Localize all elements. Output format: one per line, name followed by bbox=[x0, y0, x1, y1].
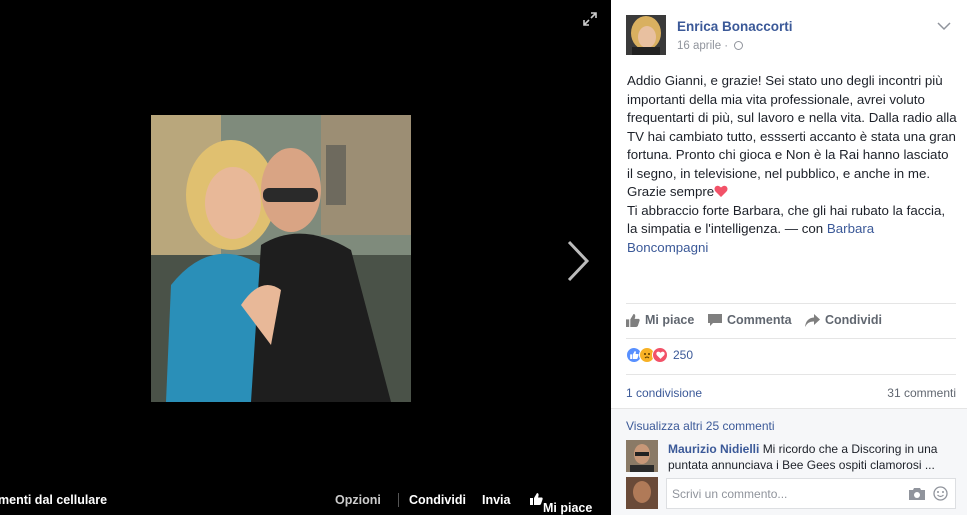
divider bbox=[626, 338, 956, 339]
post-sidebar: Enrica Bonaccorti 16 aprile · Addio Gian… bbox=[611, 0, 967, 515]
share-arrow-icon bbox=[805, 313, 820, 327]
share-button[interactable]: Condividi bbox=[409, 493, 466, 507]
share-action-button[interactable]: Condividi bbox=[805, 313, 882, 327]
love-reaction-icon bbox=[652, 347, 668, 363]
like-label: Mi piace bbox=[543, 501, 593, 515]
post-text-second: Ti abbraccio forte Barbara, che gli hai … bbox=[627, 202, 946, 237]
comment-author[interactable]: Maurizio Nidielli bbox=[668, 442, 759, 456]
commenter-avatar[interactable] bbox=[626, 440, 658, 472]
chevron-down-icon[interactable] bbox=[937, 18, 951, 31]
like-thumb-icon bbox=[530, 493, 543, 505]
post-date[interactable]: 16 aprile · bbox=[677, 40, 744, 52]
like-action-label: Mi piace bbox=[645, 313, 695, 327]
current-user-avatar bbox=[626, 477, 658, 509]
comment-action-button[interactable]: Commenta bbox=[708, 313, 792, 327]
send-button[interactable]: Invia bbox=[482, 493, 511, 507]
like-action-button[interactable]: Mi piace bbox=[626, 313, 694, 327]
emoji-icon[interactable] bbox=[933, 486, 948, 501]
post-text: Addio Gianni, e grazie! Sei stato uno de… bbox=[627, 72, 957, 257]
divider bbox=[626, 374, 956, 375]
expand-icon[interactable] bbox=[583, 12, 597, 26]
date-text: 16 aprile · bbox=[677, 40, 732, 52]
viewer-bottom-bar: menti dal cellulare Opzioni Condividi In… bbox=[0, 485, 611, 515]
comment-item: Maurizio Nidielli Mi ricordo che a Disco… bbox=[668, 441, 958, 473]
reaction-count: 250 bbox=[673, 348, 694, 362]
divider bbox=[626, 303, 956, 304]
post-text-main: Addio Gianni, e grazie! Sei stato uno de… bbox=[627, 73, 957, 199]
next-arrow-icon[interactable] bbox=[563, 238, 593, 284]
reactions-summary[interactable]: 250 bbox=[626, 345, 693, 365]
mobile-uploads-link[interactable]: menti dal cellulare bbox=[0, 493, 107, 507]
comment-input[interactable]: Scrivi un commento... bbox=[666, 478, 956, 509]
comment-action-label: Commenta bbox=[727, 313, 792, 327]
post-photo[interactable] bbox=[151, 115, 411, 402]
comment-input-placeholder: Scrivi un commento... bbox=[672, 487, 788, 501]
author-avatar[interactable] bbox=[626, 15, 666, 55]
view-more-comments-link[interactable]: Visualizza altri 25 commenti bbox=[626, 419, 775, 433]
options-button[interactable]: Opzioni bbox=[335, 493, 381, 507]
share-action-label: Condividi bbox=[825, 313, 882, 327]
comments-count-link[interactable]: 31 commenti bbox=[887, 386, 956, 400]
like-button[interactable]: Mi piace bbox=[530, 493, 592, 515]
camera-icon[interactable] bbox=[909, 488, 925, 500]
heart-emoji-icon bbox=[714, 184, 728, 197]
comment-bubble-icon bbox=[708, 313, 722, 326]
globe-icon bbox=[734, 41, 744, 50]
photo-viewer: menti dal cellulare Opzioni Condividi In… bbox=[0, 0, 611, 515]
shares-link[interactable]: 1 condivisione bbox=[626, 386, 702, 400]
like-thumb-icon bbox=[626, 313, 640, 327]
divider bbox=[398, 493, 399, 507]
post-actions: Mi piace Commenta Condividi bbox=[626, 313, 956, 331]
author-name[interactable]: Enrica Bonaccorti bbox=[677, 19, 793, 34]
